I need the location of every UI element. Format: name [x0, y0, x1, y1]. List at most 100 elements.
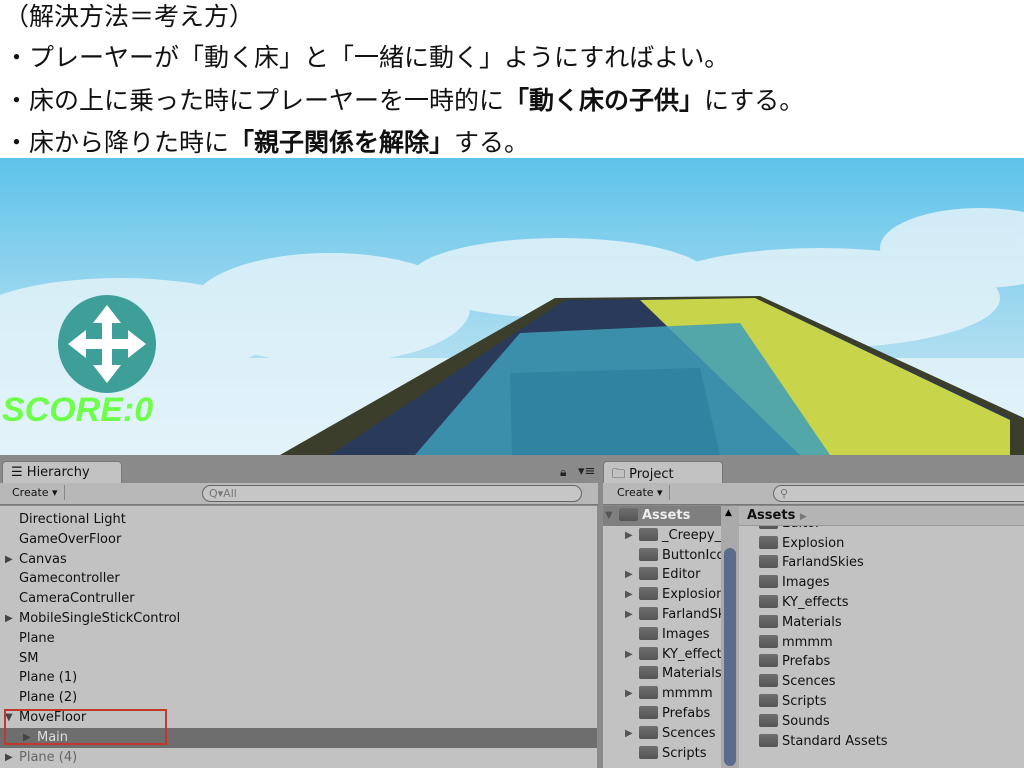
hierarchy-item[interactable]: ▶ MobileSingleStickControl — [0, 609, 597, 629]
folder-item[interactable]: KY_effects — [759, 593, 848, 613]
menu-icon[interactable]: ▾≡ — [578, 464, 595, 479]
folder-icon — [759, 713, 778, 727]
folder-icon — [759, 575, 778, 589]
folder-icon — [759, 674, 778, 688]
line-text: ・床から降りた時に — [4, 128, 230, 157]
tree-item[interactable]: ▶ Scences — [621, 724, 721, 744]
tree-item[interactable]: ▼ Assets — [603, 506, 721, 526]
scroll-up-icon[interactable]: ▲ — [725, 508, 732, 518]
item-label: Plane — [19, 630, 55, 646]
tree-item[interactable]: Images — [621, 625, 721, 645]
slide-line: ・プレーヤーが「動く床」と「一緒に動く」ようにすればよい。 — [4, 43, 729, 73]
folder-item[interactable]: mmmm — [759, 633, 833, 653]
expand-right-icon[interactable]: ▶ — [625, 526, 633, 546]
scroll-thumb[interactable] — [724, 548, 736, 766]
tree-item[interactable]: ▶ FarlandSk — [621, 605, 721, 625]
tree-item[interactable]: ▶ Explosion — [621, 585, 721, 605]
expand-right-icon[interactable]: ▶ — [625, 684, 633, 704]
expand-right-icon[interactable]: ▶ — [5, 748, 13, 768]
tree-item[interactable]: Materials — [621, 664, 721, 684]
tab-label: Hierarchy — [26, 465, 90, 480]
folder-label: FarlandSkies — [782, 555, 864, 571]
item-label: Plane (4) — [19, 749, 78, 765]
hierarchy-item[interactable]: CameraContruller — [0, 589, 597, 609]
tree-label: Scences — [662, 725, 716, 741]
project-folder-view: Assets ▶ ButtonIconEditorExplosionFarlan… — [739, 506, 1024, 768]
line-bold: 「動く床の子供」 — [504, 86, 705, 115]
tree-label: KY_effect — [662, 646, 721, 662]
folder-item[interactable]: Images — [759, 573, 830, 593]
create-button[interactable]: Create ▾ — [611, 485, 670, 500]
expand-right-icon[interactable]: ▶ — [625, 565, 633, 585]
folder-item[interactable]: Scences — [759, 672, 836, 692]
line-text: ・プレーヤーが「動く床」と「一緒に動く」ようにすればよい。 — [4, 43, 730, 72]
tree-item[interactable]: ▶ _Creepy_ — [621, 526, 721, 546]
folder-label: Prefabs — [782, 654, 831, 670]
slide-line: ・床の上に乗った時にプレーヤーを一時的に「動く床の子供」にする。 — [4, 86, 804, 116]
folder-label: mmmm — [782, 634, 833, 650]
tree-scrollbar[interactable]: ▲ — [721, 506, 739, 768]
highlight-box — [4, 709, 167, 745]
folder-item[interactable]: Explosion — [759, 534, 844, 554]
tree-label: Explosion — [662, 587, 721, 603]
hierarchy-item[interactable]: ▶ Canvas — [0, 550, 597, 570]
expand-right-icon[interactable]: ▶ — [5, 609, 13, 629]
breadcrumb[interactable]: Assets ▶ — [739, 506, 1024, 526]
line-bold: 「親子関係を解除」 — [229, 128, 455, 157]
hierarchy-item[interactable]: Plane (1) — [0, 668, 597, 688]
tab-hierarchy[interactable]: ☰ Hierarchy — [2, 461, 122, 483]
hierarchy-item[interactable]: Directional Light — [0, 510, 597, 530]
expand-down-icon[interactable]: ▼ — [605, 506, 613, 526]
expand-right-icon[interactable]: ▶ — [625, 585, 633, 605]
folder-item[interactable]: Materials — [759, 613, 842, 633]
folder-label: Explosion — [782, 535, 845, 551]
item-label: Canvas — [19, 551, 67, 567]
line-text: にする。 — [704, 86, 805, 115]
hierarchy-item[interactable]: SM — [0, 649, 597, 669]
tree-item[interactable]: Prefabs — [621, 704, 721, 724]
project-search-input[interactable]: ⚲ — [773, 485, 1024, 502]
folder-label: Images — [782, 575, 830, 591]
hierarchy-search-input[interactable]: Q▾All — [202, 485, 582, 502]
folder-icon — [639, 587, 658, 601]
folder-label: Sounds — [782, 713, 830, 729]
hierarchy-item[interactable]: Gamecontroller — [0, 569, 597, 589]
hierarchy-item[interactable]: GameOverFloor — [0, 530, 597, 550]
game-view[interactable]: SCORE:0 — [0, 158, 1024, 455]
project-toolbar: Create ▾ ⚲ — [603, 483, 1024, 505]
item-label: CameraContruller — [19, 591, 135, 607]
item-label: Plane (1) — [19, 670, 78, 686]
tab-project[interactable]: 🗀 Project — [603, 461, 723, 483]
tree-item[interactable]: ▶ Editor — [621, 565, 721, 585]
folder-item[interactable]: Prefabs — [759, 652, 830, 672]
create-button[interactable]: Create ▾ — [6, 485, 65, 500]
folder-icon — [639, 725, 658, 739]
expand-right-icon[interactable]: ▶ — [625, 605, 633, 625]
tree-item[interactable]: ▶ mmmm — [621, 684, 721, 704]
folder-label: KY_effects — [782, 595, 849, 610]
folder-label: Scences — [782, 674, 836, 690]
expand-right-icon[interactable]: ▶ — [625, 645, 633, 665]
tree-item[interactable]: ▶ KY_effect — [621, 645, 721, 665]
item-label: SM — [19, 650, 39, 666]
folder-icon — [639, 686, 658, 700]
create-label: Create — [617, 486, 654, 499]
hierarchy-item[interactable]: Plane — [0, 629, 597, 649]
tree-item[interactable]: ButtonIco — [621, 546, 721, 566]
lock-icon[interactable]: 🔒︎ — [560, 465, 566, 480]
folder-item[interactable]: Scripts — [759, 692, 826, 712]
tree-item[interactable]: Scripts — [621, 744, 721, 764]
folder-item[interactable]: Sounds — [759, 712, 830, 732]
expand-right-icon[interactable]: ▶ — [5, 550, 13, 570]
folder-icon — [639, 646, 658, 660]
expand-right-icon[interactable]: ▶ — [625, 724, 633, 744]
folder-item[interactable]: Standard Assets — [759, 732, 888, 752]
move-joystick-button[interactable] — [58, 295, 156, 393]
hierarchy-item[interactable]: ▶ Plane (4) — [0, 748, 597, 768]
folder-icon — [759, 634, 778, 648]
item-label: GameOverFloor — [19, 531, 122, 547]
tree-label: Images — [662, 626, 710, 642]
folder-icon — [639, 527, 658, 541]
hierarchy-item[interactable]: Plane (2) — [0, 688, 597, 708]
folder-item[interactable]: FarlandSkies — [759, 553, 864, 573]
